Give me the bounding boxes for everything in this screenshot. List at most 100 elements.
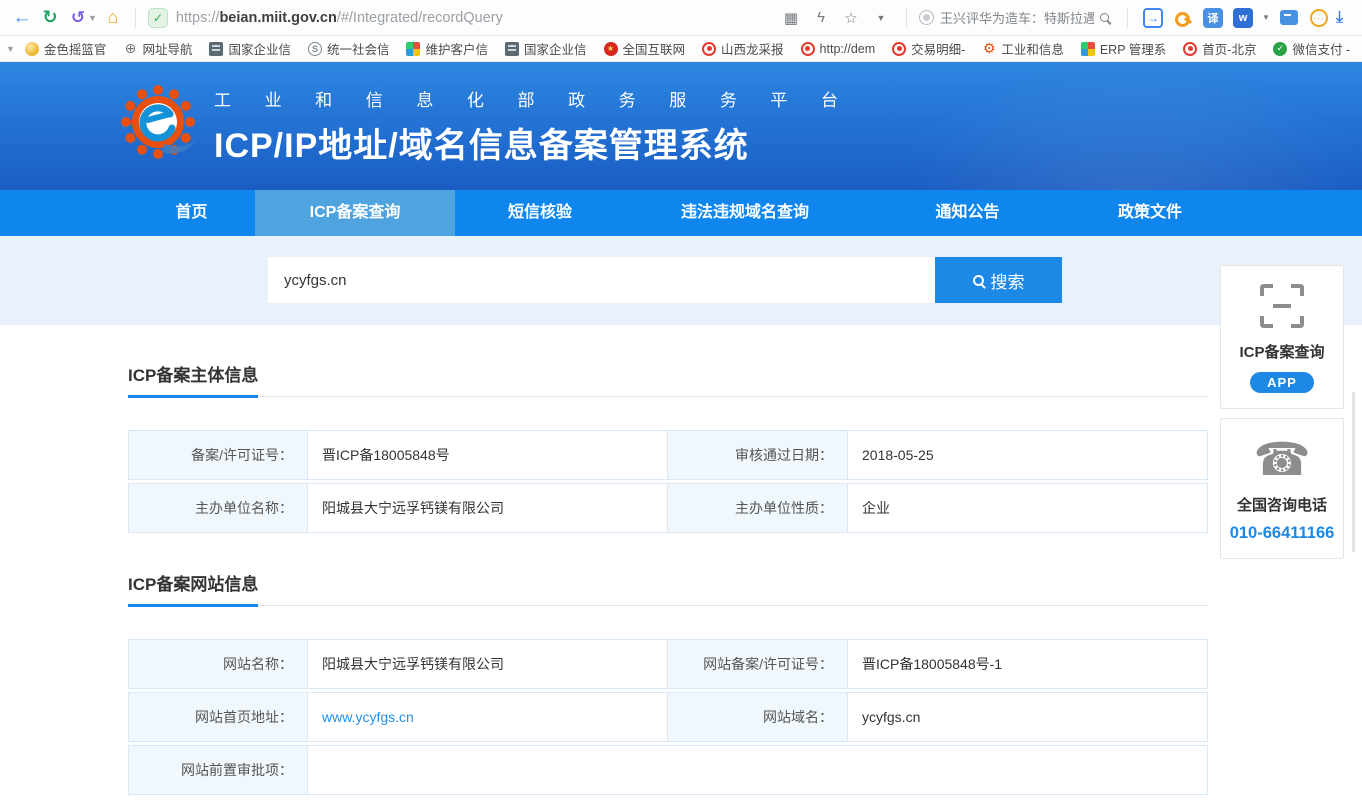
brand: 工业和信息化部政务服务平台 ICP/IP地址/域名信息备案管理系统 (118, 76, 838, 167)
field-value: 阳城县大宁远孚钙镁有限公司 (308, 483, 668, 533)
phone-box-title: 全国咨询电话 (1221, 494, 1343, 515)
app-box-title: ICP备案查询 (1221, 341, 1343, 362)
bookmark-label: 国家企业信 (524, 39, 587, 58)
color-grid-icon (1081, 42, 1095, 56)
field-value: 晋ICP备18005848号-1 (848, 639, 1208, 689)
nav-tab-2[interactable]: 短信核验 (455, 190, 625, 236)
bookmark-label: 微信支付 - (1292, 39, 1350, 58)
field-label: 备案/许可证号： (128, 430, 308, 480)
bookmark-label: 国家企业信 (228, 39, 291, 58)
info-section: ICP备案网站信息网站名称：阳城县大宁远孚钙镁有限公司网站备案/许可证号：晋IC… (128, 570, 1208, 795)
word-caret-icon[interactable]: ▼ (1260, 5, 1272, 31)
home-icon[interactable]: ⌂ (99, 4, 127, 32)
app-download-box[interactable]: ICP备案查询 APP (1220, 265, 1344, 409)
bookmark-item[interactable]: 山西龙采报 (702, 39, 784, 58)
bookmark-item[interactable]: ERP 管理系 (1081, 39, 1166, 58)
site-header: 工业和信息化部政务服务平台 ICP/IP地址/域名信息备案管理系统 (0, 62, 1362, 190)
telephone-icon: ☎ (1221, 436, 1343, 482)
app-badge: APP (1250, 372, 1314, 393)
bookmark-label: 工业和信息 (1001, 39, 1064, 58)
search-button[interactable]: 搜索 (935, 257, 1062, 303)
key-icon[interactable] (1170, 5, 1196, 31)
red-badge-icon (892, 42, 906, 56)
bookmarks-caret-icon[interactable]: ▼ (6, 44, 15, 54)
bookmark-item[interactable]: 交易明细- (892, 39, 965, 58)
document-icon (505, 42, 519, 56)
bookmark-item[interactable]: 维护客户信 (406, 39, 488, 58)
field-label: 网站备案/许可证号： (668, 639, 848, 689)
bookmark-item[interactable]: ★全国互联网 (604, 39, 686, 58)
field-value: 阳城县大宁远孚钙镁有限公司 (308, 639, 668, 689)
bookmark-item[interactable]: http://dem (801, 42, 876, 56)
login-icon[interactable]: → (1140, 5, 1166, 31)
red-badge-icon (702, 42, 716, 56)
bookmark-item[interactable]: 首页-北京 (1183, 39, 1256, 58)
undo-caret-icon[interactable]: ▼ (88, 13, 97, 23)
bookmark-label: 统一社会信 (327, 39, 390, 58)
field-value: www.ycyfgs.cn (308, 692, 668, 742)
hot-search-text[interactable]: 王兴评华为造车：特斯拉遇到 (940, 8, 1094, 27)
gear-icon: ⚙ (982, 42, 996, 56)
platform-line: 工业和信息化部政务服务平台 (214, 86, 838, 111)
lightning-icon[interactable]: ϟ (808, 5, 834, 31)
bookmark-item[interactable]: 金色摇篮官 (25, 39, 107, 58)
phone-box: ☎ 全国咨询电话 010-66411166 (1220, 418, 1344, 559)
translate-icon[interactable]: 译 (1200, 5, 1226, 31)
field-value: ycyfgs.cn (848, 692, 1208, 742)
bookmark-label: 交易明细- (911, 39, 965, 58)
qr-code-icon[interactable]: ▦ (778, 5, 804, 31)
bookmark-item[interactable]: 国家企业信 (209, 39, 291, 58)
website-link[interactable]: www.ycyfgs.cn (322, 709, 414, 725)
divider (1127, 8, 1128, 28)
nav-tab-1[interactable]: ICP备案查询 (255, 190, 455, 236)
bookmark-item[interactable]: ⚙ 工业和信息 (982, 39, 1064, 58)
bookmarks-bar: ▼ 金色摇篮官 ⊕网址导航 国家企业信 S 统一社会信 维护客户信 国家企业信 ★全国互联网山… (0, 36, 1362, 62)
star-icon[interactable]: ☆ (838, 5, 864, 31)
table-row: 备案/许可证号：晋ICP备18005848号审核通过日期：2018-05-25 (128, 430, 1208, 480)
bookmark-label: 首页-北京 (1202, 39, 1256, 58)
wechat-icon: ✓ (1273, 42, 1287, 56)
search-icon[interactable] (1100, 13, 1109, 22)
bookmark-item[interactable]: S 统一社会信 (308, 39, 390, 58)
nav-tab-5[interactable]: 政策文件 (1070, 190, 1230, 236)
qr-scan-icon (1221, 283, 1343, 329)
field-value: 晋ICP备18005848号 (308, 430, 668, 480)
bookmark-label: http://dem (820, 42, 876, 56)
s-circle-icon: S (308, 42, 322, 56)
nav-tab-4[interactable]: 通知公告 (865, 190, 1070, 236)
field-label: 网站域名： (668, 692, 848, 742)
address-bar[interactable]: ✓ https://beian.miit.gov.cn/#/Integrated… (144, 8, 778, 28)
download-icon[interactable]: ⤓ (1336, 9, 1354, 27)
nav-tab-3[interactable]: 违法违规域名查询 (625, 190, 865, 236)
result-content: ICP备案主体信息备案/许可证号：晋ICP备18005848号审核通过日期：20… (128, 325, 1208, 795)
nav-tab-home[interactable]: 首页 (128, 190, 255, 236)
field-value: 企业 (848, 483, 1208, 533)
info-table: 备案/许可证号：晋ICP备18005848号审核通过日期：2018-05-25主… (128, 430, 1208, 533)
phone-number: 010-66411166 (1221, 524, 1343, 543)
bookmark-item[interactable]: ✓ 微信支付 - (1273, 39, 1350, 58)
bookmark-item[interactable]: ⊕网址导航 (123, 39, 192, 58)
table-row: 网站名称：阳城县大宁远孚钙镁有限公司网站备案/许可证号：晋ICP备1800584… (128, 639, 1208, 689)
url-text[interactable]: https://beian.miit.gov.cn/#/Integrated/r… (176, 10, 503, 26)
field-label: 网站前置审批项： (128, 745, 308, 795)
domain-search-input[interactable] (268, 257, 935, 303)
bookmark-label: 维护客户信 (425, 39, 488, 58)
color-grid-icon (406, 42, 420, 56)
caret-down-icon[interactable]: ▼ (868, 5, 894, 31)
word-icon[interactable]: w (1230, 5, 1256, 31)
back-icon[interactable]: ← (8, 4, 36, 32)
shield-icon[interactable]: ✓ (148, 8, 168, 28)
field-value: 2018-05-25 (848, 430, 1208, 480)
scrollbar-thumb[interactable] (1352, 392, 1355, 552)
info-section: ICP备案主体信息备案/许可证号：晋ICP备18005848号审核通过日期：20… (128, 361, 1208, 533)
tabs-icon[interactable] (1276, 5, 1302, 31)
bookmark-item[interactable]: 国家企业信 (505, 39, 587, 58)
field-label: 主办单位名称： (128, 483, 308, 533)
bookmark-label: 金色摇篮官 (44, 39, 107, 58)
more-smiley-icon[interactable]: ··· (1306, 5, 1332, 31)
field-value (308, 745, 1208, 795)
reload-icon[interactable]: ↻ (36, 4, 64, 32)
divider (135, 8, 136, 28)
field-label: 网站首页地址： (128, 692, 308, 742)
hot-search-box[interactable]: 王兴评华为造车：特斯拉遇到 (919, 8, 1115, 27)
